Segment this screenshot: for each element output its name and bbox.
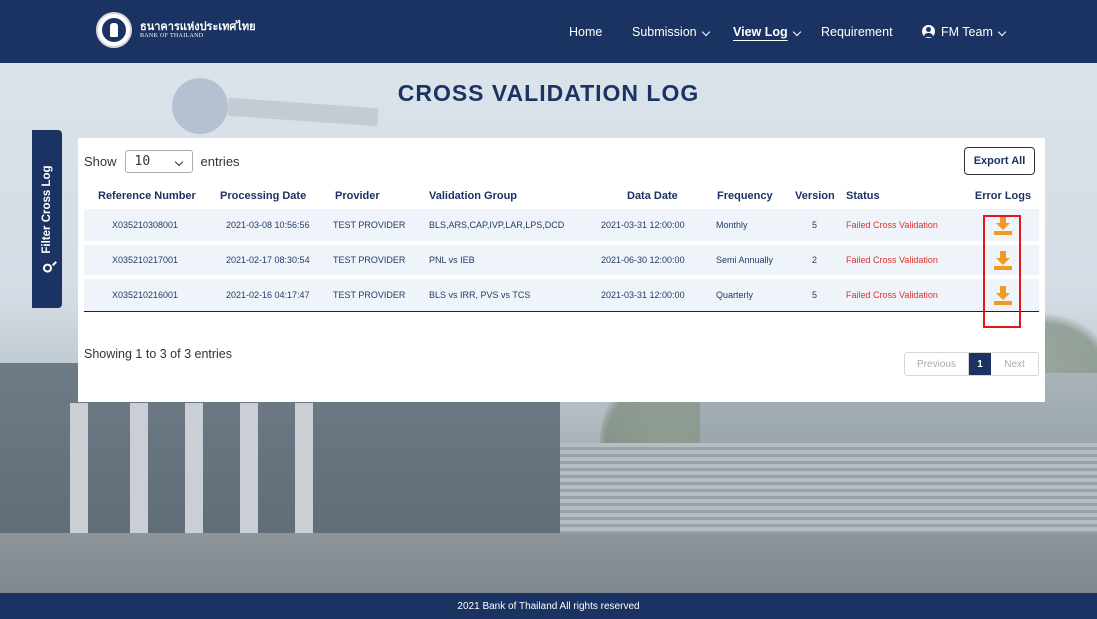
- user-menu[interactable]: FM Team: [922, 0, 1007, 63]
- table-info: Showing 1 to 3 of 3 entries: [84, 347, 233, 361]
- download-icon[interactable]: [993, 250, 1013, 270]
- nav-requirement[interactable]: Requirement: [821, 0, 893, 63]
- col-data-date[interactable]: Data Date: [589, 182, 708, 209]
- stairs: [560, 443, 1097, 533]
- page-length-control: Show 10 entries: [84, 150, 240, 173]
- validation-group: PNL vs IEB: [429, 255, 475, 265]
- brand-logo[interactable]: ธนาคารแห่งประเทศไทย BANK OF THAILAND: [96, 12, 256, 48]
- bank-seal-icon: [96, 12, 132, 48]
- log-panel: Show 10 entries Export All Reference Num…: [78, 138, 1045, 402]
- chevron-down-icon: [174, 157, 183, 166]
- col-validation-group[interactable]: Validation Group: [419, 182, 589, 209]
- footer: 2021 Bank of Thailand All rights reserve…: [0, 593, 1097, 619]
- brand-english-name: BANK OF THAILAND: [140, 32, 204, 39]
- col-frequency[interactable]: Frequency: [708, 182, 792, 209]
- status-text: Failed Cross Validation: [846, 255, 938, 265]
- status-text: Failed Cross Validation: [846, 220, 938, 230]
- chevron-down-icon: [792, 27, 801, 36]
- data-date: 2021-03-31 12:00:00: [601, 289, 685, 300]
- table-header-row: Reference Number Processing Date Provide…: [84, 182, 1039, 209]
- version: 2: [812, 255, 818, 265]
- col-error-logs[interactable]: Error Logs: [967, 182, 1039, 209]
- validation-group: BLS vs IRR, PVS vs TCS: [429, 289, 531, 300]
- data-date: 2021-03-31 12:00:00: [601, 220, 685, 230]
- table-row: X035210217001 2021-02-17 08:30:54 TEST P…: [84, 243, 1039, 277]
- nav-home[interactable]: Home: [569, 0, 602, 63]
- chevron-down-icon: [701, 27, 710, 36]
- download-icon[interactable]: [993, 285, 1013, 305]
- page-1-button[interactable]: 1: [969, 353, 991, 375]
- entries-select[interactable]: 10: [124, 150, 193, 173]
- col-reference-number[interactable]: Reference Number: [84, 182, 214, 209]
- download-icon[interactable]: [993, 215, 1013, 235]
- reference-number: X035210216001: [112, 289, 179, 300]
- frequency: Semi Annually: [716, 255, 774, 265]
- filter-cross-log-tab[interactable]: Filter Cross Log: [32, 130, 62, 308]
- search-icon: [42, 263, 52, 273]
- pagination: Previous 1 Next: [904, 352, 1039, 376]
- col-processing-date[interactable]: Processing Date: [214, 182, 329, 209]
- reference-number: X035210217001: [112, 255, 179, 265]
- processing-date: 2021-03-08 10:56:56: [226, 220, 310, 230]
- col-version[interactable]: Version: [792, 182, 842, 209]
- data-date: 2021-06-30 12:00:00: [601, 255, 685, 265]
- reference-number: X035210308001: [112, 220, 179, 230]
- provider: TEST PROVIDER: [333, 289, 406, 300]
- col-provider[interactable]: Provider: [329, 182, 419, 209]
- filter-label: Filter Cross Log: [41, 165, 53, 254]
- frequency: Quarterly: [716, 289, 754, 300]
- top-navbar: ธนาคารแห่งประเทศไทย BANK OF THAILAND Hom…: [0, 0, 1097, 63]
- user-icon: [922, 25, 935, 38]
- chevron-down-icon: [997, 27, 1007, 36]
- plaza: [0, 533, 1097, 593]
- processing-date: 2021-02-17 08:30:54: [226, 255, 310, 265]
- provider: TEST PROVIDER: [333, 255, 406, 265]
- nav-view-log[interactable]: View Log: [733, 0, 801, 63]
- brand-thai-name: ธนาคารแห่งประเทศไทย: [140, 20, 256, 34]
- validation-group: BLS,ARS,CAP,IVP,LAR,LPS,DCD: [429, 220, 565, 230]
- table-row: X035210308001 2021-03-08 10:56:56 TEST P…: [84, 209, 1039, 243]
- export-all-button[interactable]: Export All: [964, 147, 1035, 175]
- next-page-button[interactable]: Next: [991, 353, 1038, 375]
- previous-page-button[interactable]: Previous: [905, 353, 969, 375]
- frequency: Monthly: [716, 220, 748, 230]
- page-title: CROSS VALIDATION LOG: [397, 80, 700, 106]
- version: 5: [812, 220, 818, 230]
- version: 5: [812, 289, 818, 300]
- nav-submission[interactable]: Submission: [632, 0, 710, 63]
- provider: TEST PROVIDER: [333, 220, 406, 230]
- status-text: Failed Cross Validation: [846, 289, 938, 300]
- copyright-text: 2021 Bank of Thailand All rights reserve…: [457, 600, 640, 612]
- cross-validation-table: Reference Number Processing Date Provide…: [84, 182, 1039, 312]
- table-row: X035210216001 2021-02-16 04:17:47 TEST P…: [84, 277, 1039, 311]
- processing-date: 2021-02-16 04:17:47: [226, 289, 310, 300]
- col-status[interactable]: Status: [842, 182, 967, 209]
